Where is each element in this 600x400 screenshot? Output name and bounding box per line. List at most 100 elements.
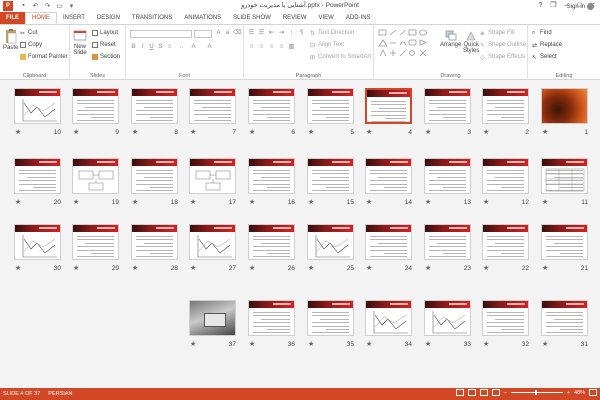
- slide-thumbnail[interactable]: [248, 300, 295, 336]
- copy-button[interactable]: Copy: [20, 42, 42, 48]
- slide-thumbnail[interactable]: [131, 158, 178, 194]
- strikethrough-icon[interactable]: ≡: [166, 44, 173, 51]
- underline-icon[interactable]: U: [148, 44, 155, 51]
- transition-star-icon[interactable]: ★: [73, 128, 79, 136]
- save-icon[interactable]: ▪: [19, 2, 28, 10]
- transition-star-icon[interactable]: ★: [542, 340, 548, 348]
- find-button[interactable]: ⌕ Find: [532, 30, 552, 36]
- arrange-button[interactable]: Arrange: [440, 30, 461, 48]
- quick-styles-button[interactable]: Quick Styles: [463, 30, 479, 54]
- font-size-combo[interactable]: [194, 30, 212, 38]
- transition-star-icon[interactable]: ★: [249, 264, 255, 272]
- transition-star-icon[interactable]: ★: [15, 264, 21, 272]
- transition-star-icon[interactable]: ★: [249, 128, 255, 136]
- decrease-indent-icon[interactable]: ⇤: [268, 30, 275, 37]
- transition-star-icon[interactable]: ★: [249, 340, 255, 348]
- slide-thumbnail[interactable]: [189, 88, 236, 124]
- fit-slide-icon[interactable]: [589, 389, 597, 396]
- bullets-icon[interactable]: ☰: [248, 30, 255, 37]
- slide-thumbnail[interactable]: [189, 224, 236, 260]
- transition-star-icon[interactable]: ★: [15, 198, 21, 206]
- sign-in-link[interactable]: Sign in: [567, 3, 594, 10]
- slide-thumbnail[interactable]: [72, 224, 119, 260]
- transition-star-icon[interactable]: ★: [425, 128, 431, 136]
- shapes-gallery[interactable]: [378, 29, 438, 59]
- slide-thumbnail[interactable]: [541, 158, 588, 194]
- slide-thumbnail[interactable]: [131, 224, 178, 260]
- slide-thumbnail[interactable]: [248, 224, 295, 260]
- slide-thumbnail[interactable]: [365, 88, 412, 124]
- transition-star-icon[interactable]: ★: [132, 198, 138, 206]
- tab-slide-show[interactable]: SLIDE SHOW: [227, 12, 277, 24]
- tab-review[interactable]: REVIEW: [277, 12, 313, 24]
- shadow-icon[interactable]: S: [157, 44, 164, 51]
- transition-star-icon[interactable]: ★: [308, 264, 314, 272]
- tab-insert[interactable]: INSERT: [57, 12, 91, 24]
- transition-star-icon[interactable]: ★: [483, 264, 489, 272]
- slide-thumbnail[interactable]: [72, 158, 119, 194]
- line-spacing-icon[interactable]: ↕: [288, 30, 295, 37]
- slide-thumbnail[interactable]: [248, 88, 295, 124]
- convert-to-smartart-button[interactable]: ⊞ Convert to SmartArt: [310, 54, 371, 61]
- transition-star-icon[interactable]: ★: [73, 198, 79, 206]
- slide-thumbnail[interactable]: [14, 224, 61, 260]
- tab-view[interactable]: VIEW: [313, 12, 340, 24]
- transition-star-icon[interactable]: ★: [190, 340, 196, 348]
- customize-toolbar-icon[interactable]: ▾: [67, 2, 76, 10]
- slide-thumbnail[interactable]: [482, 158, 529, 194]
- slide-thumbnail[interactable]: [424, 158, 471, 194]
- transition-star-icon[interactable]: ★: [308, 340, 314, 348]
- transition-star-icon[interactable]: ★: [425, 198, 431, 206]
- increase-indent-icon[interactable]: ⇥: [278, 30, 285, 37]
- slide-thumbnail[interactable]: [189, 158, 236, 194]
- tab-transitions[interactable]: TRANSITIONS: [126, 12, 178, 24]
- transition-star-icon[interactable]: ★: [542, 198, 548, 206]
- new-slide-button[interactable]: New Slide: [73, 28, 87, 56]
- transition-star-icon[interactable]: ★: [366, 128, 372, 136]
- slide-thumbnail[interactable]: [14, 88, 61, 124]
- slide-thumbnail[interactable]: [424, 300, 471, 336]
- zoom-slider-thumb[interactable]: [534, 390, 537, 395]
- transition-star-icon[interactable]: ★: [308, 198, 314, 206]
- zoom-level[interactable]: 48%: [574, 390, 585, 396]
- slide-sorter-view-icon[interactable]: [467, 389, 476, 396]
- transition-star-icon[interactable]: ★: [73, 264, 79, 272]
- zoom-in-button[interactable]: +: [567, 390, 570, 396]
- zoom-slider[interactable]: [510, 390, 563, 395]
- transition-star-icon[interactable]: ★: [542, 128, 548, 136]
- numbering-icon[interactable]: ☰: [258, 30, 265, 37]
- slide-thumbnail[interactable]: [541, 88, 588, 124]
- transition-star-icon[interactable]: ★: [366, 340, 372, 348]
- slide-thumbnail[interactable]: [365, 300, 412, 336]
- tab-file[interactable]: FILE: [0, 12, 25, 24]
- justify-icon[interactable]: ≡: [278, 44, 285, 51]
- transition-star-icon[interactable]: ★: [190, 264, 196, 272]
- transition-star-icon[interactable]: ★: [15, 128, 21, 136]
- slide-thumbnail[interactable]: [365, 158, 412, 194]
- transition-star-icon[interactable]: ★: [542, 264, 548, 272]
- change-case-icon[interactable]: A: [190, 44, 197, 51]
- tab-home[interactable]: HOME: [25, 12, 57, 24]
- zoom-out-button[interactable]: −: [504, 390, 507, 396]
- transition-star-icon[interactable]: ★: [483, 198, 489, 206]
- slide-thumbnail[interactable]: [541, 300, 588, 336]
- ltr-icon[interactable]: ¶: [298, 30, 305, 37]
- bold-icon[interactable]: B: [130, 44, 137, 51]
- tab-add-ins[interactable]: ADD-INS: [340, 12, 377, 24]
- section-button[interactable]: Section: [92, 54, 120, 60]
- slide-thumbnail[interactable]: [307, 158, 354, 194]
- shape-fill-button[interactable]: ◈ Shape Fill: [480, 30, 515, 37]
- language-status[interactable]: PERSIAN: [48, 391, 72, 397]
- start-from-beginning-icon[interactable]: ▭: [55, 2, 64, 10]
- reset-button[interactable]: Reset: [92, 42, 116, 48]
- slide-thumbnail[interactable]: [541, 224, 588, 260]
- align-left-icon[interactable]: ≡: [248, 44, 255, 51]
- slide-thumbnail[interactable]: [72, 88, 119, 124]
- slide-thumbnail[interactable]: [424, 224, 471, 260]
- paste-button[interactable]: Paste: [3, 28, 18, 51]
- format-painter-button[interactable]: Format Painter: [20, 54, 68, 60]
- transition-star-icon[interactable]: ★: [425, 340, 431, 348]
- normal-view-icon[interactable]: [455, 389, 464, 396]
- shape-effects-button[interactable]: ◇ Shape Effects: [480, 54, 525, 61]
- character-spacing-icon[interactable]: ↔: [178, 44, 185, 51]
